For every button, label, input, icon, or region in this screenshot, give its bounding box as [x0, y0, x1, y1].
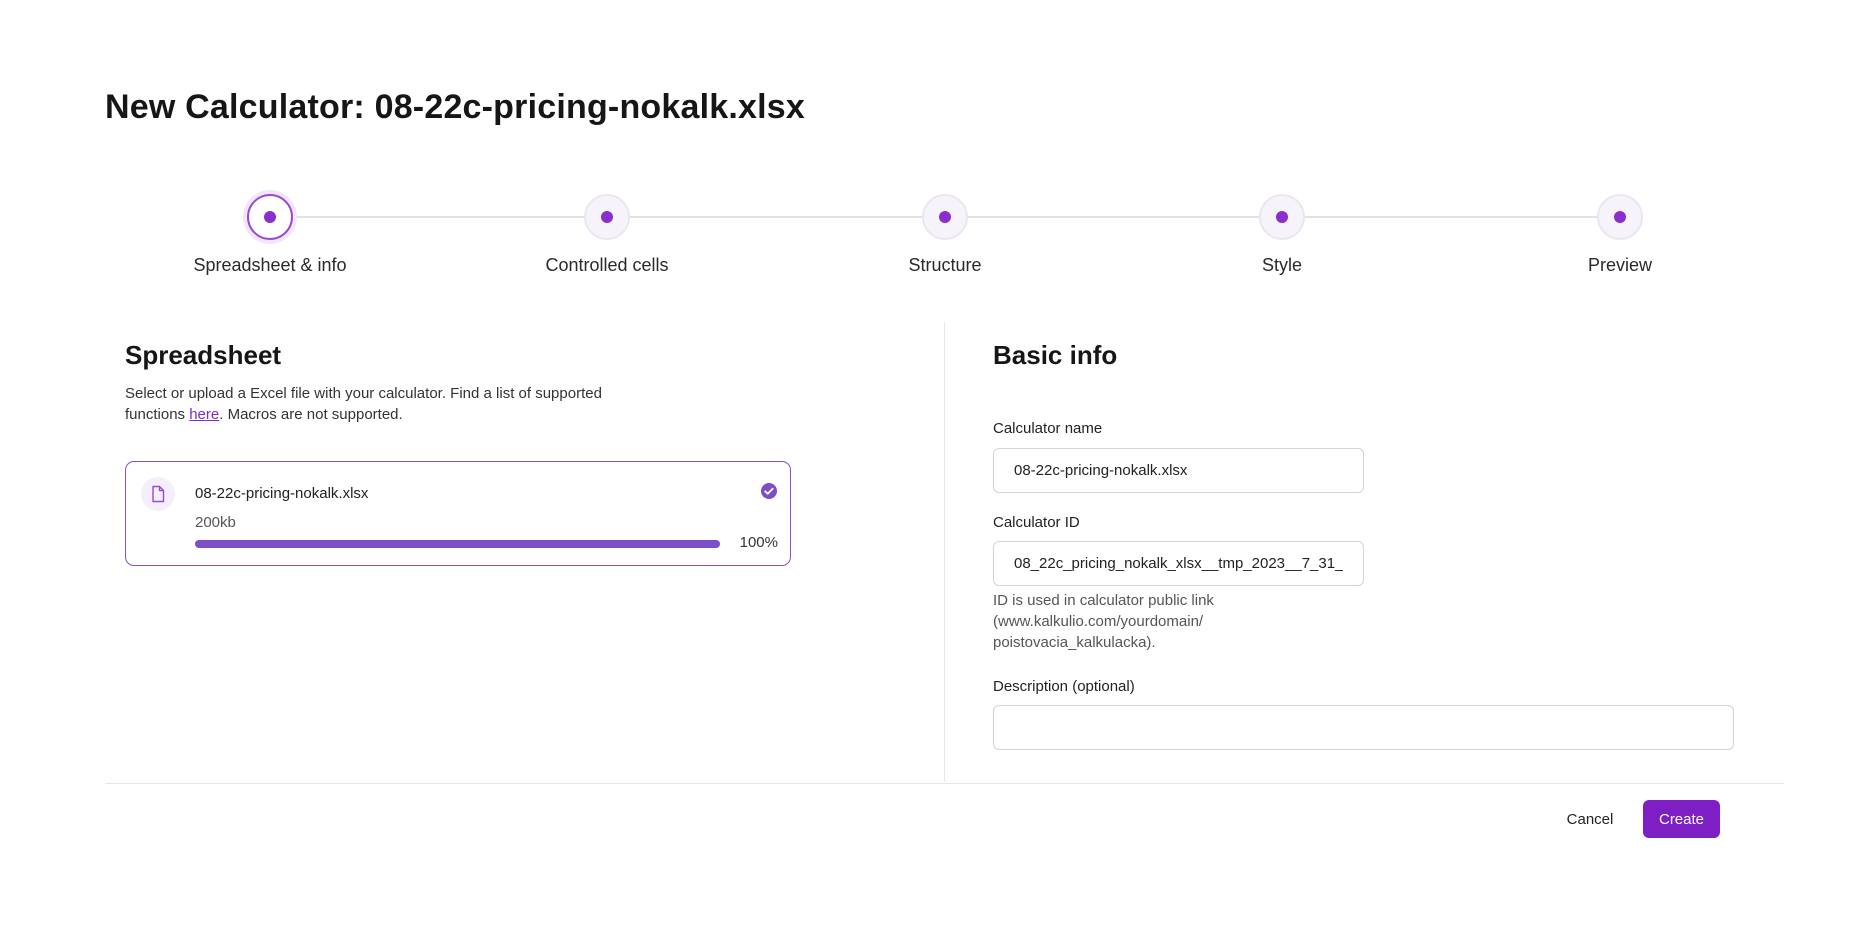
calculator-name-label: Calculator name [993, 420, 1103, 437]
file-size: 200kb [195, 514, 236, 531]
page-title: New Calculator: 08-22c-pricing-nokalk.xl… [105, 88, 805, 126]
step-indicator [922, 194, 968, 240]
step-label: Preview [1587, 255, 1653, 275]
step-spreadsheet-info[interactable]: Spreadsheet & info [160, 190, 380, 276]
file-name: 08-22c-pricing-nokalk.xlsx [195, 485, 369, 502]
supported-functions-link[interactable]: here [189, 406, 219, 423]
spreadsheet-help-text: Select or upload a Excel file with your … [125, 383, 645, 425]
step-label: Style [1261, 255, 1303, 275]
step-indicator [247, 194, 293, 240]
basic-info-title: Basic info [993, 340, 1118, 370]
calculator-id-help: ID is used in calculator public link (ww… [993, 592, 1214, 651]
step-indicator [584, 194, 630, 240]
upload-progress-label: 100% [739, 534, 778, 551]
calculator-id-input[interactable] [993, 541, 1364, 586]
upload-progress-fill [195, 540, 720, 548]
file-icon [141, 477, 175, 511]
footer-divider [105, 783, 1784, 784]
description-input[interactable] [993, 705, 1734, 750]
step-label: Structure [908, 255, 982, 275]
step-indicator [1597, 194, 1643, 240]
spreadsheet-title: Spreadsheet [125, 340, 282, 370]
step-preview[interactable]: Preview [1510, 190, 1730, 276]
basic-info-section: Basic info [993, 340, 1733, 371]
calculator-id-label: Calculator ID [993, 514, 1080, 531]
step-style[interactable]: Style [1172, 190, 1392, 276]
step-structure[interactable]: Structure [835, 190, 1055, 276]
step-indicator [1259, 194, 1305, 240]
uploaded-file-card[interactable]: 08-22c-pricing-nokalk.xlsx 200kb 100% [125, 461, 791, 566]
spreadsheet-section: Spreadsheet Select or upload a Excel fil… [125, 340, 805, 425]
calculator-name-input[interactable] [993, 448, 1364, 493]
check-circle-icon [761, 483, 777, 499]
section-divider [944, 322, 945, 782]
upload-progress-bar [195, 540, 720, 548]
create-button[interactable]: Create [1643, 800, 1720, 838]
step-label: Spreadsheet & info [193, 255, 347, 275]
cancel-button[interactable]: Cancel [1555, 800, 1625, 838]
step-controlled-cells[interactable]: Controlled cells [497, 190, 717, 276]
stepper: Spreadsheet & info Controlled cells Stru… [105, 190, 1784, 290]
description-label: Description (optional) [993, 678, 1135, 695]
help-text-end: . Macros are not supported. [219, 406, 403, 423]
step-label: Controlled cells [545, 255, 669, 275]
